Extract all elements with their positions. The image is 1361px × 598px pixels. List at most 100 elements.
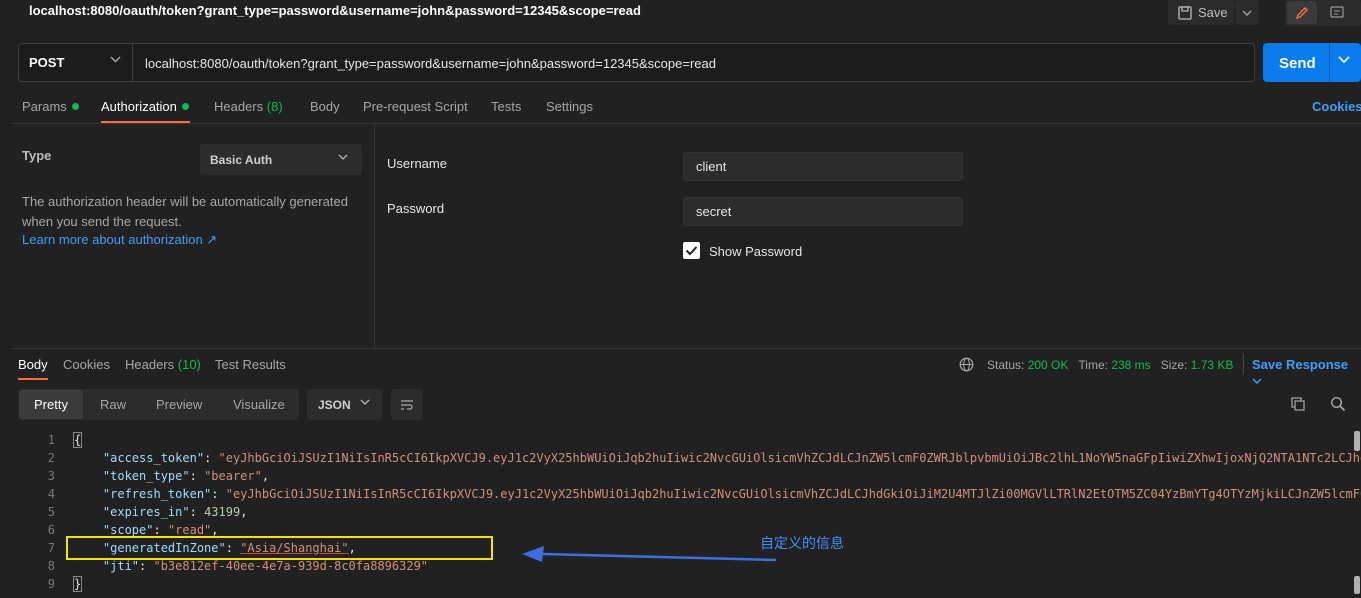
json-string: "read" <box>167 523 212 537</box>
json-key: "refresh_token" <box>102 487 212 501</box>
wrap-lines-button[interactable] <box>391 389 423 420</box>
scrollbar-thumb[interactable] <box>1354 576 1360 594</box>
view-preview-button[interactable]: Preview <box>156 397 202 412</box>
panel-divider <box>374 124 375 348</box>
size-value[interactable]: 1.73 KB <box>1191 358 1234 372</box>
username-label: Username <box>387 156 447 171</box>
code-line: "access_token": "eyJhbGciOiJSUzI1NiIsInR… <box>74 451 1361 465</box>
divider <box>10 348 1361 349</box>
save-response-label: Save Response <box>1252 357 1349 372</box>
json-key: "token_type" <box>102 469 190 483</box>
format-select[interactable]: JSON <box>307 389 382 420</box>
line-number: 3 <box>47 469 55 483</box>
time-label: Time: <box>1078 358 1108 372</box>
request-title[interactable]: localhost:8080/oauth/token?grant_type=pa… <box>29 3 641 18</box>
edit-button[interactable] <box>1287 1 1317 24</box>
json-string: "eyJhbGciOiJSUzI1NiIsInR5cCI6IkpXVCJ9.ey… <box>225 487 1361 501</box>
view-visualize-button[interactable]: Visualize <box>233 397 285 412</box>
tab-body[interactable]: Body <box>310 99 340 114</box>
url-input[interactable]: localhost:8080/oauth/token?grant_type=pa… <box>145 56 716 71</box>
active-tab-indicator <box>18 378 48 380</box>
code-line: { <box>72 432 83 448</box>
chevron-down-icon <box>338 154 348 160</box>
send-divider <box>1329 43 1330 82</box>
status-value[interactable]: 200 OK <box>1028 358 1069 372</box>
response-tab-test-results[interactable]: Test Results <box>215 357 286 372</box>
code-line: } <box>72 576 83 592</box>
chevron-down-icon <box>110 56 121 63</box>
auth-description: The authorization header will be automat… <box>22 194 348 229</box>
params-dot <box>71 103 79 110</box>
checkmark-icon <box>685 246 698 256</box>
headers-count: (8) <box>266 99 283 114</box>
line-number: 8 <box>47 559 55 573</box>
response-status-line: Status: 200 OK Time: 238 ms Size: 1.73 K… <box>987 358 1233 372</box>
line-number: 2 <box>47 451 55 465</box>
auth-type-label: Type <box>22 148 52 163</box>
code-line: "refresh_token": "eyJhbGciOiJSUzI1NiIsIn… <box>74 487 1361 501</box>
annotation-arrow-icon <box>522 546 777 562</box>
comment-icon <box>1330 5 1344 18</box>
code-line: "scope": "read", <box>102 523 219 537</box>
code-line: "token_type": "bearer", <box>102 469 270 483</box>
json-key: "access_token" <box>102 451 205 465</box>
scrollbar-thumb[interactable] <box>1354 431 1360 451</box>
status-label: Status: <box>987 358 1025 372</box>
json-number: 43199 <box>204 505 241 519</box>
brace: } <box>72 576 83 592</box>
send-label: Send <box>1279 55 1316 72</box>
response-tab-cookies[interactable]: Cookies <box>63 357 110 372</box>
cookies-link[interactable]: Cookies <box>1312 99 1361 114</box>
authorization-dot <box>181 103 189 110</box>
json-string: "b3e812ef-40ee-4e7a-939d-8c0fa8896329" <box>153 559 429 573</box>
chevron-down-icon <box>1242 10 1252 16</box>
pencil-icon <box>1295 6 1308 19</box>
response-body-editor[interactable]: 1 { 2 "access_token": "eyJhbGciOiJSUzI1N… <box>0 431 1361 598</box>
line-number: 9 <box>47 577 55 591</box>
size-label: Size: <box>1160 358 1188 372</box>
code-line: "expires_in": 43199, <box>102 505 248 519</box>
annotation-highlight-box <box>66 536 493 560</box>
json-string: "eyJhbGciOiJSUzI1NiIsInR5cCI6IkpXVCJ9.ey… <box>218 451 1361 465</box>
chevron-down-icon <box>1252 378 1262 384</box>
json-key: "expires_in" <box>102 505 190 519</box>
annotation-note: 自定义的信息 <box>760 535 844 551</box>
save-options-button[interactable] <box>1235 0 1259 25</box>
tab-authorization[interactable]: Authorization <box>101 99 189 114</box>
line-number: 6 <box>47 523 55 537</box>
chevron-down-icon[interactable] <box>1338 56 1350 64</box>
tab-authorization-label: Authorization <box>101 99 177 114</box>
learn-more-link[interactable]: Learn more about authorization ↗ <box>22 232 217 248</box>
tab-prerequest-script[interactable]: Pre-request Script <box>363 99 468 114</box>
response-headers-count: (10) <box>177 357 201 372</box>
search-icon[interactable] <box>1330 396 1346 412</box>
password-label: Password <box>387 201 445 216</box>
copy-icon[interactable] <box>1290 396 1306 412</box>
save-button[interactable]: Save <box>1168 0 1234 25</box>
show-password-checkbox[interactable] <box>683 242 700 259</box>
json-key: "scope" <box>102 523 154 537</box>
password-field[interactable]: secret <box>683 197 963 226</box>
line-number: 4 <box>47 487 55 501</box>
globe-icon[interactable] <box>959 357 974 372</box>
tab-tests[interactable]: Tests <box>491 99 521 114</box>
line-number: 7 <box>47 541 55 555</box>
view-raw-button[interactable]: Raw <box>100 397 126 412</box>
response-tab-body[interactable]: Body <box>18 357 48 372</box>
save-response-button[interactable]: Save Response <box>1252 357 1361 387</box>
comments-button[interactable] <box>1322 1 1352 24</box>
time-value[interactable]: 238 ms <box>1111 358 1150 372</box>
tab-headers[interactable]: Headers (8) <box>214 99 283 114</box>
line-number: 1 <box>47 433 55 447</box>
divider <box>10 123 1361 124</box>
tab-headers-label: Headers <box>214 99 264 114</box>
response-tab-headers[interactable]: Headers (10) <box>125 357 201 372</box>
response-headers-label: Headers <box>125 357 175 372</box>
wrap-icon <box>401 399 413 410</box>
username-field[interactable]: client <box>683 152 963 181</box>
json-key: "jti" <box>102 559 140 573</box>
tab-settings[interactable]: Settings <box>546 99 593 114</box>
view-pretty-label: Pretty <box>34 397 68 412</box>
tab-params[interactable]: Params <box>22 99 79 114</box>
show-password-label: Show Password <box>709 244 803 259</box>
